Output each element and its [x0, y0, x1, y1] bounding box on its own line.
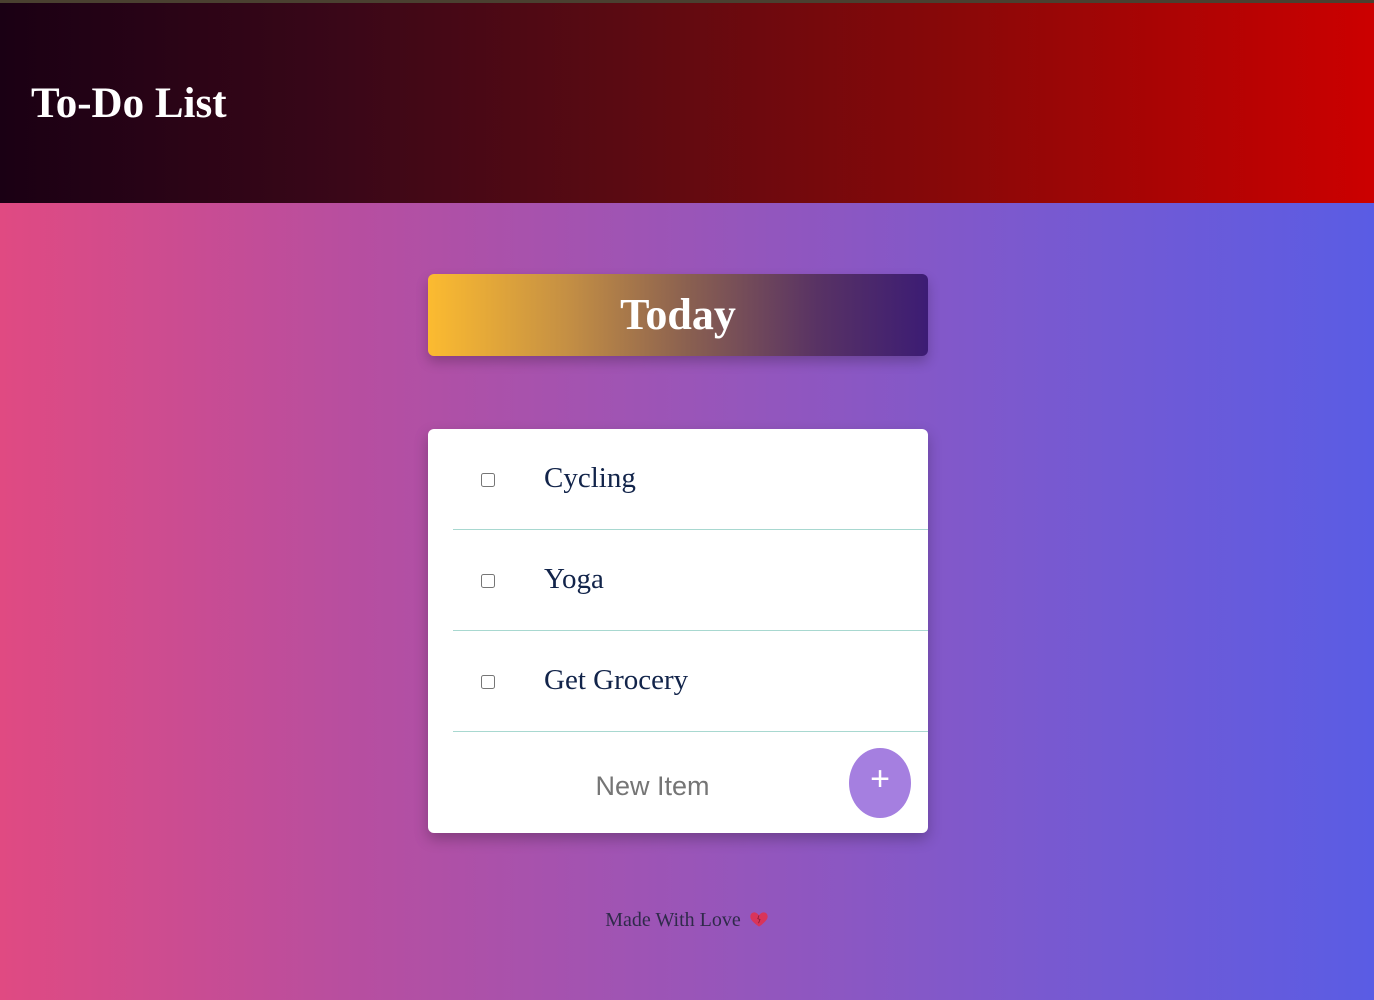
item-label: Cycling — [544, 462, 636, 494]
item-checkbox[interactable] — [481, 473, 495, 487]
item-label: Get Grocery — [544, 664, 689, 696]
new-item-form: + — [428, 732, 928, 833]
footer-text: Made With Love — [605, 909, 741, 931]
add-item-button[interactable]: + — [849, 748, 911, 818]
item-checkbox[interactable] — [481, 675, 495, 689]
list-item: Cycling — [453, 429, 928, 530]
page-title: To-Do List — [31, 80, 227, 127]
todo-list-card: Cycling Yoga Get Grocery + — [428, 429, 928, 833]
page-header: To-Do List — [0, 3, 1374, 203]
list-item: Yoga — [453, 530, 928, 631]
item-checkbox[interactable] — [481, 574, 495, 588]
footer: Made With Love — [0, 906, 1374, 937]
day-heading: Today — [620, 290, 736, 339]
new-item-input[interactable] — [548, 762, 757, 810]
heart-icon — [749, 909, 769, 937]
list-item: Get Grocery — [453, 631, 928, 732]
item-label: Yoga — [544, 563, 604, 595]
day-heading-box: Today — [428, 274, 928, 356]
